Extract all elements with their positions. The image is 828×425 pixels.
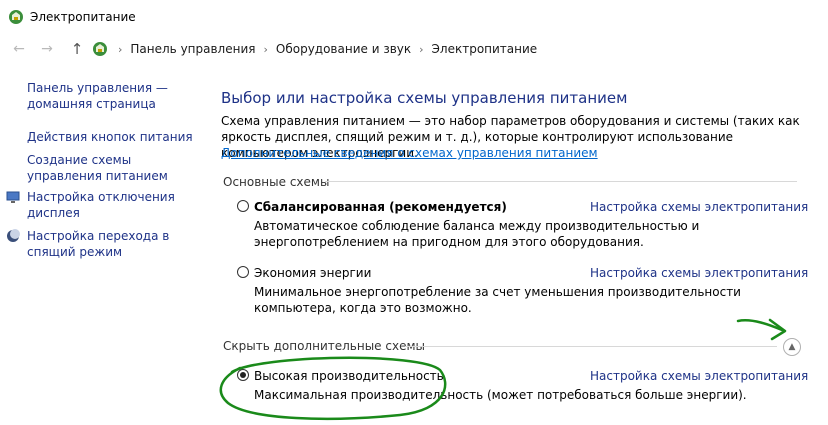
hidden-plans-label[interactable]: Скрыть дополнительные схемы [223, 338, 425, 354]
chevron-right-icon[interactable]: › [419, 43, 423, 56]
group-divider [325, 181, 797, 182]
plan-balanced-settings-link[interactable]: Настройка схемы электропитания [590, 199, 808, 215]
title-bar: Электропитание [0, 0, 828, 34]
collapse-chevron-up-icon[interactable]: ▲ [783, 338, 801, 356]
window-title: Электропитание [30, 10, 136, 24]
chevron-right-icon[interactable]: › [118, 43, 122, 56]
forward-arrow-icon[interactable]: → [38, 40, 56, 58]
back-arrow-icon[interactable]: ← [10, 40, 28, 58]
breadcrumb-item-hardware-sound[interactable]: Оборудование и звук [276, 42, 411, 56]
sidebar-item-sleep[interactable]: Настройка перехода в спящий режим [27, 228, 197, 260]
chevron-right-icon[interactable]: › [263, 43, 267, 56]
plan-power-saver-name[interactable]: Экономия энергии [254, 265, 371, 281]
sidebar-item-create-plan[interactable]: Создание схемы управления питанием [27, 152, 197, 184]
breadcrumb-item-control-panel[interactable]: Панель управления [130, 42, 255, 56]
plan-power-saver-description: Минимальное энергопотребление за счет ум… [254, 285, 741, 315]
plan-power-saver-settings-link[interactable]: Настройка схемы электропитания [590, 265, 808, 281]
plan-balanced-radio[interactable] [237, 200, 249, 212]
monitor-icon [6, 191, 20, 203]
annotation-arrow [736, 319, 784, 332]
more-info-link[interactable]: Дополнительные сведения о схемах управле… [221, 145, 598, 161]
sidebar-item-display-off[interactable]: Настройка отключения дисплея [27, 189, 197, 221]
plan-balanced-name[interactable]: Сбалансированная (рекомендуется) [254, 199, 507, 215]
plan-high-performance-settings-link[interactable]: Настройка схемы электропитания [590, 368, 808, 384]
plan-balanced-description: Автоматическое соблюдение баланса между … [254, 219, 700, 249]
plan-high-performance-radio[interactable] [237, 369, 249, 381]
breadcrumb-item-power-options[interactable]: Электропитание [432, 42, 538, 56]
up-arrow-icon[interactable]: ↑ [68, 40, 86, 58]
plan-high-performance-description: Максимальная производительность (может п… [254, 388, 747, 402]
basic-plans-label: Основные схемы [223, 175, 330, 189]
sidebar-item-power-buttons[interactable]: Действия кнопок питания [27, 129, 197, 145]
navigation-bar: ← → ↑ › Панель управления › Оборудование… [0, 36, 828, 62]
breadcrumb: › Панель управления › Оборудование и зву… [112, 42, 537, 56]
annotation-arrow-head [768, 318, 787, 341]
sidebar-item-home[interactable]: Панель управления — домашняя страница [27, 80, 197, 112]
page-title: Выбор или настройка схемы управления пит… [221, 89, 628, 107]
plan-high-performance-name[interactable]: Высокая производительность [254, 368, 444, 384]
plan-power-saver-radio[interactable] [237, 266, 249, 278]
power-options-icon [9, 10, 23, 24]
control-panel-icon [93, 42, 107, 56]
group-divider [405, 346, 777, 347]
main-content: Выбор или настройка схемы управления пит… [221, 88, 821, 402]
moon-sleep-icon [7, 229, 20, 242]
